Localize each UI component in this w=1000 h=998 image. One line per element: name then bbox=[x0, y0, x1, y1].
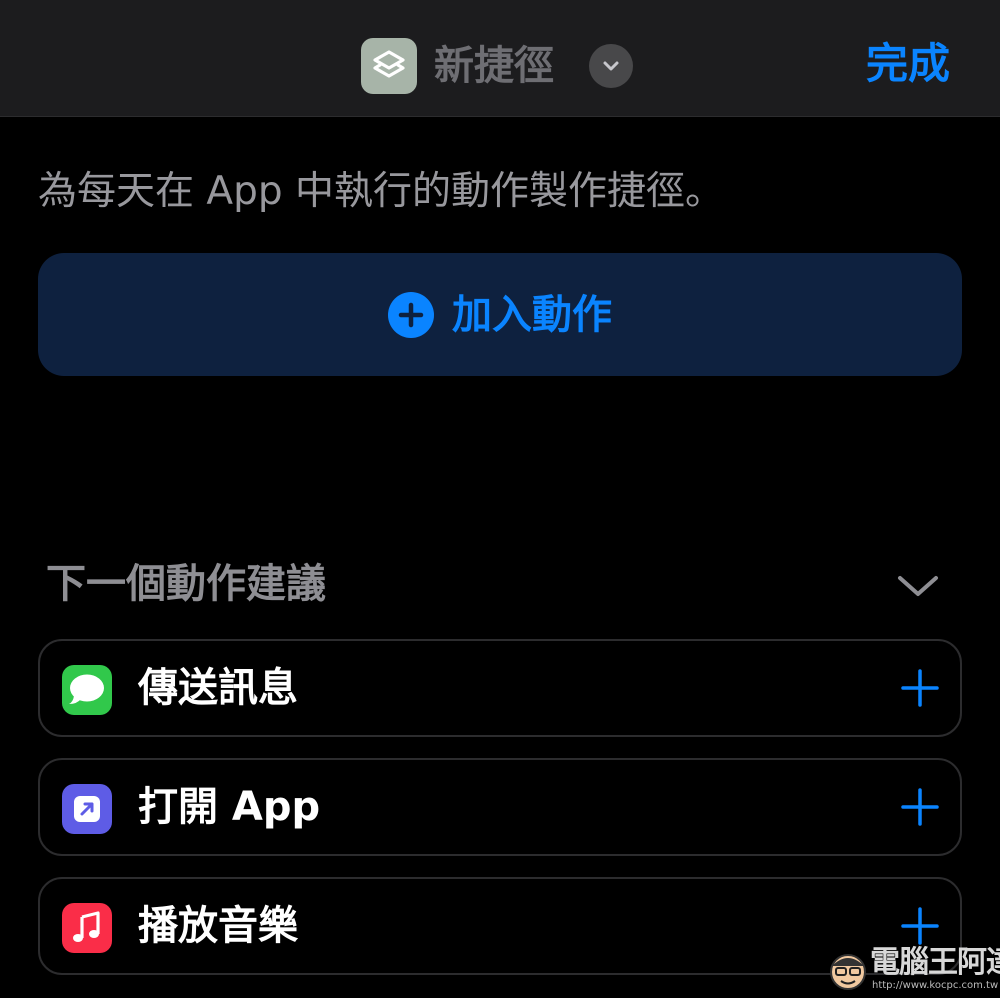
shortcut-title[interactable]: 新捷徑 bbox=[434, 38, 554, 94]
watermark: 電腦王阿達 http://www.kocpc.com.tw bbox=[826, 944, 1000, 996]
navigation-bar: 新捷徑 完成 bbox=[0, 0, 1000, 117]
shortcut-description: 為每天在 App 中執行的動作製作捷徑。 bbox=[38, 169, 724, 214]
suggestion-label: 播放音樂 bbox=[138, 903, 298, 949]
open-app-icon bbox=[62, 784, 112, 834]
title-menu-button[interactable] bbox=[589, 44, 633, 88]
collapse-suggestions-button[interactable] bbox=[894, 562, 942, 610]
done-button[interactable]: 完成 bbox=[840, 36, 980, 92]
chevron-down-icon bbox=[603, 61, 619, 71]
add-suggestion-button[interactable] bbox=[900, 787, 940, 827]
plus-circle-icon bbox=[388, 291, 434, 338]
shortcuts-icon[interactable] bbox=[361, 38, 417, 94]
add-suggestion-button[interactable] bbox=[900, 906, 940, 946]
messages-icon bbox=[62, 665, 112, 715]
suggestion-send-message[interactable]: 傳送訊息 bbox=[38, 639, 962, 737]
add-suggestion-button[interactable] bbox=[900, 668, 940, 708]
suggestion-label: 打開 App bbox=[138, 784, 321, 830]
mascot-face-icon bbox=[830, 954, 866, 990]
chevron-down-icon bbox=[898, 576, 938, 596]
add-action-label: 加入動作 bbox=[452, 291, 612, 338]
watermark-url: http://www.kocpc.com.tw bbox=[872, 980, 999, 991]
watermark-text: 電腦王阿達 bbox=[870, 945, 1000, 980]
suggestion-label: 傳送訊息 bbox=[138, 665, 298, 711]
shortcut-editor-screen: 新捷徑 完成 為每天在 App 中執行的動作製作捷徑。 加入動作 下一個動作建議 bbox=[0, 0, 1000, 998]
music-icon bbox=[62, 903, 112, 953]
plus-icon bbox=[901, 788, 939, 826]
plus-icon bbox=[901, 907, 939, 945]
add-action-button[interactable]: 加入動作 bbox=[38, 253, 962, 376]
plus-icon bbox=[901, 669, 939, 707]
suggestion-open-app[interactable]: 打開 App bbox=[38, 758, 962, 856]
suggestions-title: 下一個動作建議 bbox=[46, 561, 326, 607]
suggestion-play-music[interactable]: 播放音樂 bbox=[38, 877, 962, 975]
